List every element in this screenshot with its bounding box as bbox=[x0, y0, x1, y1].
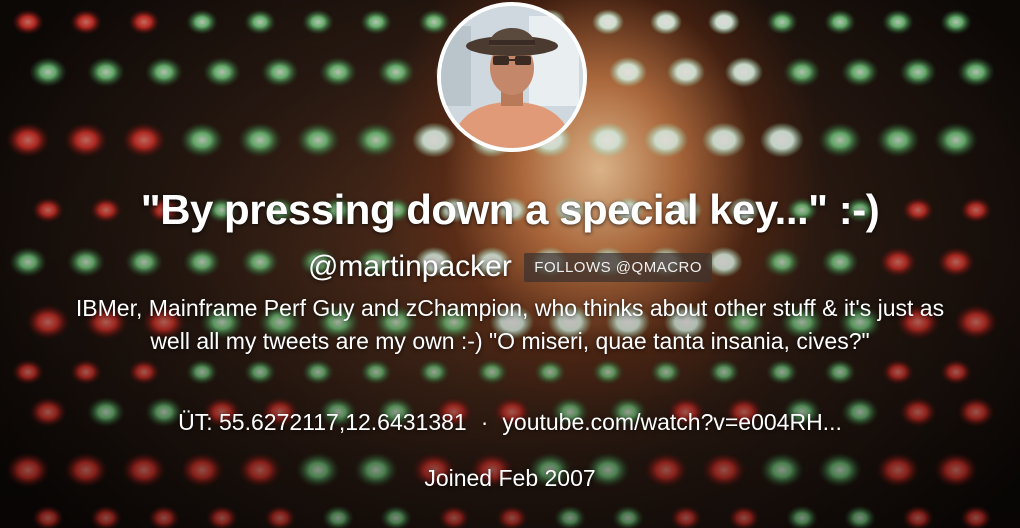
profile-bio: IBMer, Mainframe Perf Guy and zChampion,… bbox=[75, 295, 945, 354]
profile-meta: ÜT: 55.6272117,12.6431381 · youtube.com/wa… bbox=[0, 409, 1020, 436]
follows-badge: FOLLOWS @QMACRO bbox=[524, 252, 713, 282]
website-link[interactable]: youtube.com/watch?v=e004RH... bbox=[502, 409, 841, 435]
handle-row: @martinpacker FOLLOWS @QMACRO bbox=[0, 250, 1020, 284]
joined-date: Joined Feb 2007 bbox=[424, 465, 596, 491]
meta-separator: · bbox=[480, 409, 489, 435]
location-text: ÜT: 55.6272117,12.6431381 bbox=[178, 409, 467, 435]
profile-info: "By pressing down a special key..." :-) … bbox=[0, 0, 1020, 528]
username-handle[interactable]: @martinpacker bbox=[308, 250, 512, 283]
display-name: "By pressing down a special key..." :-) bbox=[140, 186, 880, 233]
